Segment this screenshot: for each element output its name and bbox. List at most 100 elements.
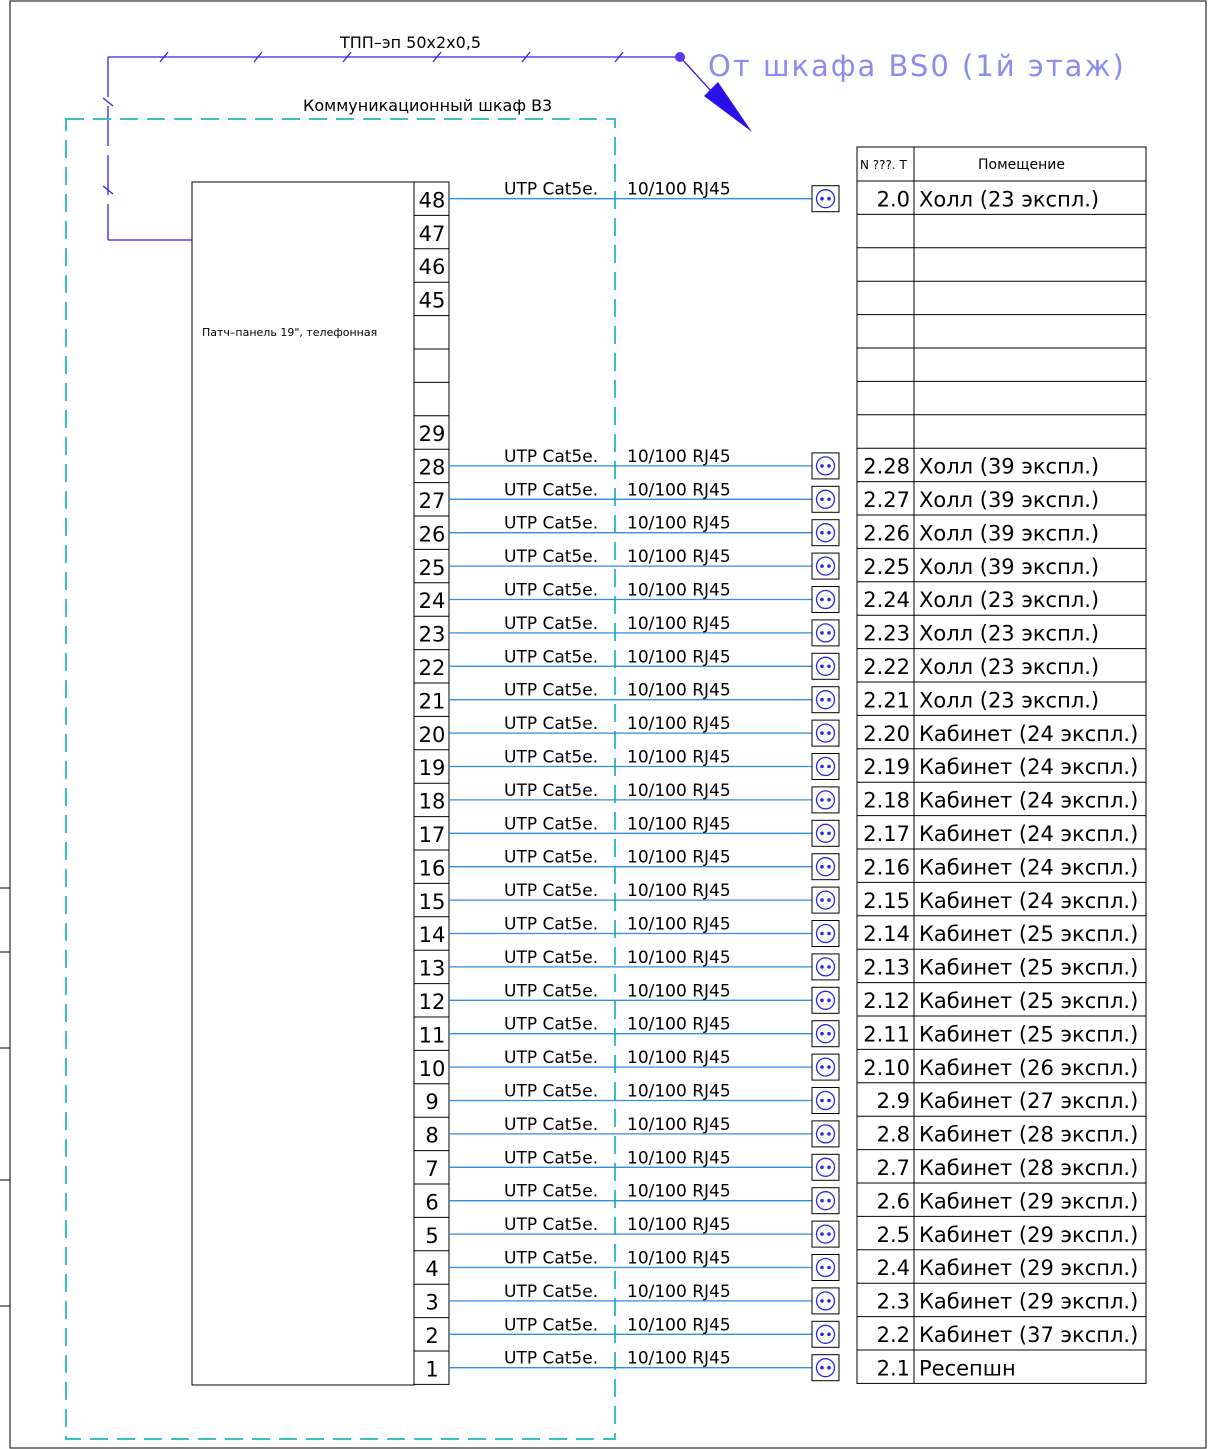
socket-pin xyxy=(820,764,824,769)
room-name: Кабинет (25 экспл.) xyxy=(919,956,1138,980)
room-name: Кабинет (24 экспл.) xyxy=(919,755,1138,779)
connector-type-label: 10/100 RJ45 xyxy=(627,814,731,834)
trunk-cable-label: ТПП–эп 50x2x0,5 xyxy=(339,33,481,52)
source-label: От шкафа BS0 (1й этаж) xyxy=(708,49,1126,83)
room-name: Кабинет (29 экспл.) xyxy=(919,1189,1138,1213)
port-number: 45 xyxy=(419,289,446,313)
port-number: 13 xyxy=(419,957,446,981)
socket-pin xyxy=(820,1198,824,1203)
port-number: 10 xyxy=(419,1057,446,1081)
room-name: Кабинет (26 экспл.) xyxy=(919,1056,1138,1080)
room-name: Холл (23 экспл.) xyxy=(919,655,1099,679)
connector-type-label: 10/100 RJ45 xyxy=(627,581,731,601)
port-number: 29 xyxy=(419,422,446,446)
socket-pin xyxy=(827,631,831,635)
room-number: 2.10 xyxy=(863,1056,910,1080)
cabinet-label: Коммуникационный шкаф В3 xyxy=(303,96,552,115)
room-number: 2.14 xyxy=(863,922,910,946)
room-number: 2.21 xyxy=(863,688,910,712)
connector-type-label: 10/100 RJ45 xyxy=(627,1148,731,1168)
socket-pin xyxy=(827,864,831,869)
socket-pin xyxy=(820,1098,824,1103)
cable-type-label: UTP Cat5e. xyxy=(504,1148,598,1168)
connector-type-label: 10/100 RJ45 xyxy=(627,748,731,768)
socket-pin xyxy=(827,965,831,969)
connector-type-label: 10/100 RJ45 xyxy=(627,1215,731,1235)
socket-pin xyxy=(820,1265,824,1270)
socket-pin xyxy=(820,597,824,602)
socket-pin xyxy=(827,1065,831,1069)
connector-type-label: 10/100 RJ45 xyxy=(627,1015,731,1035)
cable-type-label: UTP Cat5e. xyxy=(504,781,598,801)
socket-pin xyxy=(827,798,831,802)
port-number: 4 xyxy=(425,1257,438,1281)
port-number: 7 xyxy=(425,1157,438,1181)
port-number: 27 xyxy=(419,489,446,513)
room-number: 2.1 xyxy=(877,1356,910,1380)
socket-pin xyxy=(820,497,824,502)
room-number: 2.16 xyxy=(863,855,910,879)
table-header-room: Помещение xyxy=(978,157,1065,173)
port-number: 8 xyxy=(425,1124,438,1148)
room-number: 2.22 xyxy=(863,655,910,679)
socket-pin xyxy=(827,664,831,669)
room-name: Кабинет (24 экспл.) xyxy=(919,822,1138,846)
port-number: 47 xyxy=(419,222,446,246)
connector-type-label: 10/100 RJ45 xyxy=(627,1082,731,1102)
socket-pin xyxy=(827,1198,831,1203)
port-number: 11 xyxy=(419,1023,446,1047)
room-name: Кабинет (29 экспл.) xyxy=(919,1256,1138,1280)
cable-type-label: UTP Cat5e. xyxy=(504,1082,598,1102)
cable-type-label: UTP Cat5e. xyxy=(504,915,598,935)
room-number: 2.5 xyxy=(877,1223,910,1247)
cable-type-label: UTP Cat5e. xyxy=(504,1115,598,1135)
rooms-table: N ???. T Помещение 2.0 Холл (23 экспл.) 2.… xyxy=(856,146,1147,1384)
cable-type-label: UTP Cat5e. xyxy=(504,647,598,667)
socket-pin xyxy=(827,1299,831,1303)
cable-type-label: UTP Cat5e. xyxy=(504,881,598,901)
room-name: Кабинет (37 экспл.) xyxy=(919,1323,1138,1347)
cable-type-label: UTP Cat5e. xyxy=(504,547,598,567)
connector-type-label: 10/100 RJ45 xyxy=(627,447,731,467)
room-name: Кабинет (29 экспл.) xyxy=(919,1223,1138,1247)
room-number: 2.0 xyxy=(877,187,910,211)
socket-pin xyxy=(827,1165,831,1170)
trunk-node-dot xyxy=(675,52,685,62)
room-number: 2.23 xyxy=(863,622,910,646)
patch-panel xyxy=(191,181,415,1386)
room-number: 2.11 xyxy=(863,1022,910,1046)
connector-type-label: 10/100 RJ45 xyxy=(627,647,731,667)
trunk-arrow-icon xyxy=(704,82,752,132)
socket-pin xyxy=(820,898,824,902)
cable-type-label: UTP Cat5e. xyxy=(504,480,598,500)
socket-pin xyxy=(820,1332,824,1337)
room-number: 2.25 xyxy=(863,555,910,579)
room-number: 2.15 xyxy=(863,889,910,913)
port-number: 22 xyxy=(419,656,446,680)
socket-pin xyxy=(820,530,824,535)
socket-pin xyxy=(827,898,831,902)
socket-pin xyxy=(827,1365,831,1370)
socket-pin xyxy=(827,497,831,502)
port-number: 46 xyxy=(419,255,446,279)
socket-pin xyxy=(827,564,831,568)
socket-pin xyxy=(820,831,824,836)
connector-type-label: 10/100 RJ45 xyxy=(627,180,731,200)
cable-runs: UTP Cat5e. 10/100 RJ45 UTP Cat5e. 10/100 RJ… xyxy=(449,180,840,1382)
room-name: Ресепшн xyxy=(919,1356,1016,1380)
cable-type-label: UTP Cat5e. xyxy=(504,1182,598,1202)
socket-pin xyxy=(820,1031,824,1036)
connector-type-label: 10/100 RJ45 xyxy=(627,614,731,634)
cable-type-label: UTP Cat5e. xyxy=(504,814,598,834)
room-name: Кабинет (25 экспл.) xyxy=(919,989,1138,1013)
socket-pin xyxy=(820,864,824,869)
room-name: Холл (39 экспл.) xyxy=(919,488,1099,512)
room-number: 2.19 xyxy=(863,755,910,779)
connector-type-label: 10/100 RJ45 xyxy=(627,1282,731,1302)
connector-type-label: 10/100 RJ45 xyxy=(627,1115,731,1135)
socket-pin xyxy=(827,697,831,702)
socket-pin xyxy=(820,1165,824,1170)
port-number: 21 xyxy=(419,689,446,713)
room-number: 2.6 xyxy=(877,1189,910,1213)
socket-pin xyxy=(820,1132,824,1136)
